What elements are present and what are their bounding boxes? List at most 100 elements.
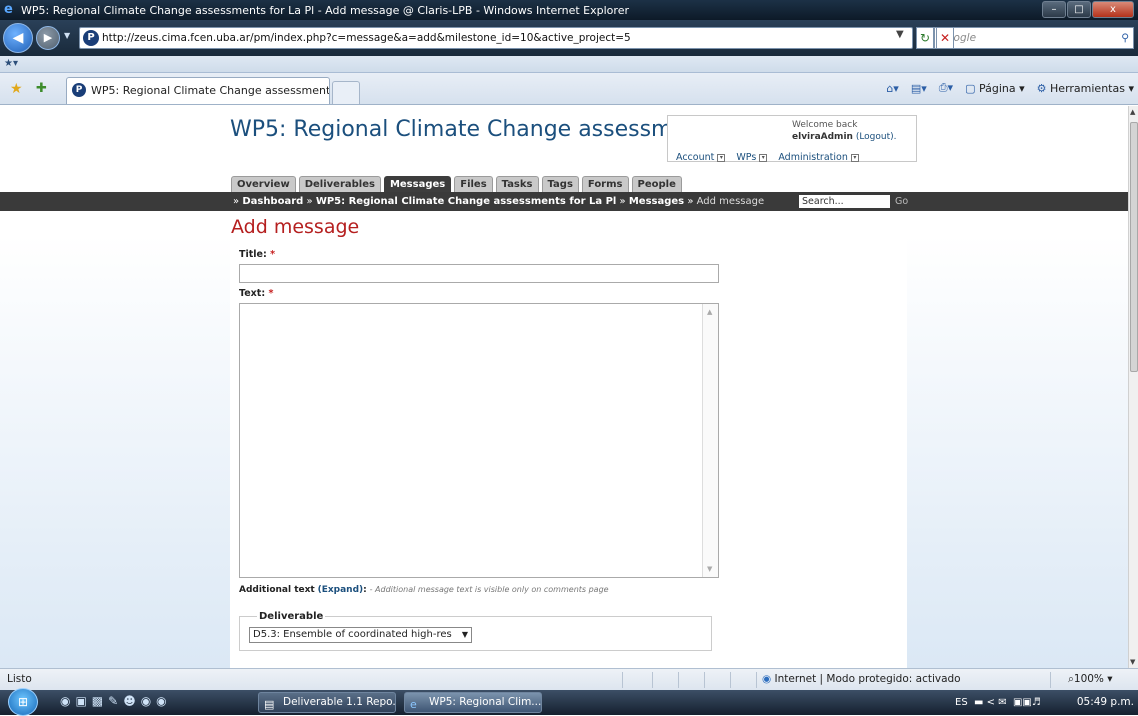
print-icon[interactable]: ⎙▾: [939, 81, 953, 95]
menu-row: ★▾: [0, 56, 1138, 73]
tools-menu-label: Herramientas: [1050, 81, 1125, 95]
url-dropdown-icon[interactable]: ▼: [896, 29, 904, 40]
breadcrumb-messages[interactable]: Messages: [629, 196, 684, 207]
tools-menu[interactable]: ⚙ Herramientas ▾: [1037, 82, 1134, 95]
tab-forms[interactable]: Forms: [581, 176, 629, 192]
administration-link[interactable]: Administration: [778, 152, 848, 163]
account-links: Account ▾ WPs ▾ Administration ▾: [676, 152, 867, 163]
browser-tab-active[interactable]: P WP5: Regional Climate Change assessmen…: [66, 77, 330, 104]
page-scrollbar[interactable]: ▲ ▼: [1128, 106, 1138, 668]
window-titlebar: e WP5: Regional Climate Change assessmen…: [0, 0, 1138, 20]
add-to-favorites-icon[interactable]: ✚: [36, 81, 47, 96]
page-menu[interactable]: ▢ Página ▾: [965, 82, 1025, 95]
account-link[interactable]: Account: [676, 152, 714, 163]
add-favorites-icon[interactable]: ★▾: [4, 58, 18, 69]
security-zone-text: Internet | Modo protegido: activado: [774, 673, 961, 685]
back-button[interactable]: ◀: [3, 23, 33, 53]
tab-people[interactable]: People: [631, 176, 682, 192]
taskbar-button-label: Deliverable 1.1 Repo...: [283, 696, 396, 708]
title-label-text: Title:: [239, 249, 267, 260]
breadcrumb-separator: »: [306, 196, 313, 207]
administration-expand-icon[interactable]: ▾: [850, 153, 859, 162]
project-tabs: Overview Deliverables Messages Files Tas…: [231, 176, 682, 192]
status-text: Listo: [7, 673, 32, 685]
taskbar-button-deliverable[interactable]: ▤ Deliverable 1.1 Repo...: [258, 692, 396, 713]
search-go-button[interactable]: Go: [895, 194, 908, 209]
site-favicon-icon: P: [83, 30, 99, 46]
quick-launch-icons[interactable]: ◉▣▩✎☻◉◉: [60, 694, 172, 708]
tab-overview[interactable]: Overview: [231, 176, 296, 192]
browser-tab-title: WP5: Regional Climate Change assessments…: [91, 84, 330, 97]
title-input[interactable]: [239, 264, 719, 283]
clock[interactable]: 05:49 p.m.: [1077, 690, 1134, 715]
home-icon[interactable]: ⌂▾: [886, 82, 899, 95]
tray-icons[interactable]: ▬ < ✉ ▣▣♬: [971, 697, 1041, 708]
minimize-button[interactable]: –: [1042, 1, 1066, 18]
text-label: Text: *: [239, 288, 273, 299]
status-divider: [678, 672, 679, 688]
ie-taskbar-icon: e: [410, 698, 417, 711]
url-input[interactable]: P http://zeus.cima.fcen.uba.ar/pm/index.…: [79, 27, 913, 49]
globe-icon: ◉: [762, 673, 772, 685]
status-divider: [622, 672, 623, 688]
textarea-scrollbar[interactable]: ▲ ▼: [702, 304, 718, 577]
deliverable-select[interactable]: D5.3: Ensemble of coordinated high-res ▼: [249, 627, 472, 643]
welcome-text: Welcome back: [792, 120, 858, 130]
command-bar: ⌂▾ ▤▾ ⎙▾ ▢ Página ▾ ⚙ Herramientas ▾: [886, 81, 1134, 95]
start-button[interactable]: ⊞: [8, 688, 38, 716]
new-tab-button[interactable]: [332, 81, 360, 104]
tab-messages[interactable]: Messages: [383, 176, 452, 192]
status-divider: [652, 672, 653, 688]
scroll-down-icon[interactable]: ▼: [707, 565, 712, 573]
refresh-icon[interactable]: ↻: [916, 27, 934, 49]
required-mark: *: [268, 288, 274, 299]
expand-link[interactable]: (Expand): [318, 585, 364, 595]
page-viewport: WP5: Regional Climate Change assessments…: [0, 106, 1128, 668]
additional-text-label: Additional text: [239, 585, 315, 595]
required-mark: *: [270, 249, 276, 260]
tab-tasks[interactable]: Tasks: [495, 176, 539, 192]
deliverable-selected: D5.3: Ensemble of coordinated high-res: [253, 629, 452, 640]
close-button[interactable]: x: [1092, 1, 1134, 18]
breadcrumb-project[interactable]: WP5: Regional Climate Change assessments…: [316, 196, 617, 207]
status-bar: Listo ◉ Internet | Modo protegido: activ…: [0, 668, 1138, 690]
username-link[interactable]: elviraAdmin: [792, 132, 853, 142]
browser-search-input[interactable]: Google ⚲: [934, 27, 1134, 49]
page-scroll-thumb[interactable]: [1130, 122, 1138, 372]
wps-expand-icon[interactable]: ▾: [759, 153, 768, 162]
text-textarea[interactable]: ▲ ▼: [239, 303, 719, 578]
tab-tags[interactable]: Tags: [541, 176, 579, 192]
tab-files[interactable]: Files: [454, 176, 493, 192]
zoom-control[interactable]: ⌕100% ▾: [1068, 669, 1113, 690]
wps-link[interactable]: WPs: [736, 152, 756, 163]
scroll-up-icon[interactable]: ▲: [707, 308, 712, 316]
zoom-value: 100%: [1073, 673, 1104, 685]
stop-icon[interactable]: ✕: [936, 27, 954, 49]
tab-deliverables[interactable]: Deliverables: [298, 176, 381, 192]
maximize-button[interactable]: □: [1067, 1, 1091, 18]
deliverable-legend: Deliverable: [257, 611, 326, 622]
search-icon[interactable]: ⚲: [1121, 28, 1129, 48]
page-scroll-down-icon[interactable]: ▼: [1130, 658, 1135, 666]
logout-link[interactable]: (Logout).: [856, 132, 897, 142]
feeds-icon[interactable]: ▤▾: [911, 82, 927, 95]
language-indicator[interactable]: ES: [955, 697, 968, 708]
text-label-text: Text:: [239, 288, 266, 299]
history-dropdown-icon[interactable]: ▼: [64, 31, 70, 40]
favorites-star-icon[interactable]: ★: [10, 81, 23, 97]
site-search-input[interactable]: Search...: [799, 195, 890, 208]
status-divider: [730, 672, 731, 688]
additional-text: Additional text (Expand): - Additional m…: [239, 585, 609, 595]
tab-favicon-icon: P: [72, 83, 86, 97]
forward-button[interactable]: ▶: [36, 26, 60, 50]
breadcrumb-dashboard[interactable]: Dashboard: [242, 196, 303, 207]
url-text: http://zeus.cima.fcen.uba.ar/pm/index.ph…: [102, 32, 631, 44]
breadcrumb-separator: »: [233, 196, 240, 207]
taskbar-button-ie[interactable]: e WP5: Regional Clim...: [404, 692, 542, 713]
security-zone[interactable]: ◉ Internet | Modo protegido: activado: [762, 669, 961, 690]
breadcrumb-separator: »: [619, 196, 626, 207]
window-controls: – □ x: [1041, 1, 1134, 18]
account-expand-icon[interactable]: ▾: [717, 153, 726, 162]
page-scroll-up-icon[interactable]: ▲: [1130, 108, 1135, 116]
system-tray: ES ▬ < ✉ ▣▣♬: [955, 690, 1041, 715]
